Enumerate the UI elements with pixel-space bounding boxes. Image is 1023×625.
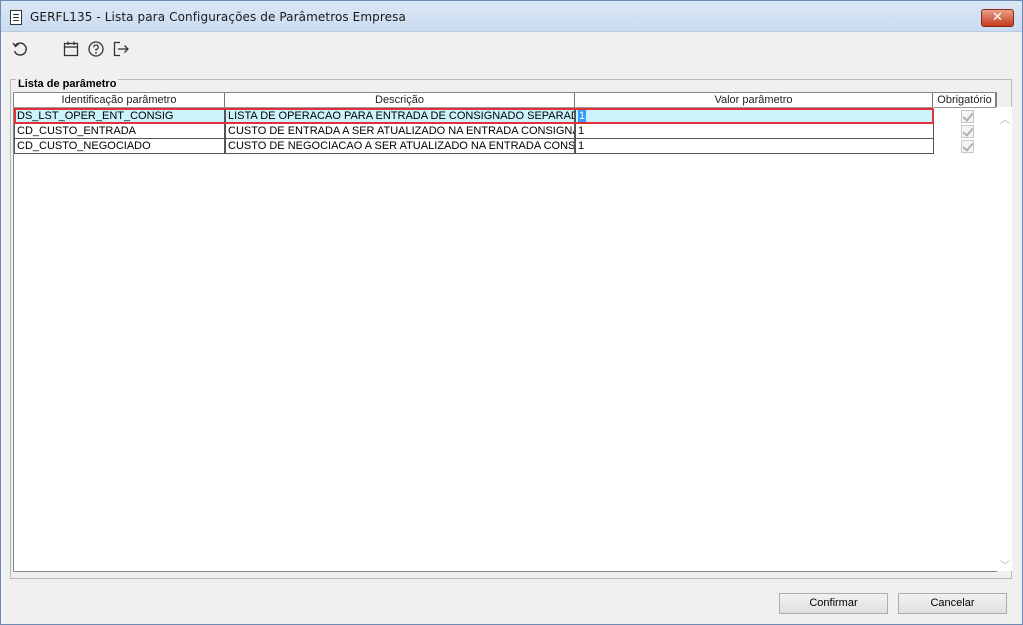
obrigatorio-checkbox [961,125,974,138]
cell-valor[interactable]: 1 [575,139,934,154]
column-header-valor[interactable]: Valor parâmetro [575,93,933,108]
column-header-obrigatorio[interactable]: Obrigatório [934,93,996,108]
exit-icon[interactable] [112,40,130,58]
table-row[interactable]: DS_LST_OPER_ENT_CONSIG LISTA DE OPERACAO… [14,109,934,124]
grid-header: Identificação parâmetro Descrição Valor … [14,93,996,108]
cell-descricao[interactable]: CUSTO DE ENTRADA A SER ATUALIZADO NA ENT… [225,124,575,139]
application-window: GERFL135 - Lista para Configurações de P… [0,0,1023,625]
cell-descricao[interactable]: LISTA DE OPERACAO PARA ENTRADA DE CONSIG… [225,109,575,124]
cell-identificacao[interactable]: CD_CUSTO_NEGOCIADO [14,139,225,154]
document-icon [10,10,22,25]
table-row[interactable]: CD_CUSTO_ENTRADA CUSTO DE ENTRADA A SER … [14,124,934,139]
window-title: GERFL135 - Lista para Configurações de P… [30,10,406,24]
calendar-icon[interactable] [62,40,80,58]
confirm-button[interactable]: Confirmar [779,593,888,614]
help-icon[interactable] [87,40,105,58]
obrigatorio-checkbox [961,110,974,123]
selected-value-text[interactable]: 1 [578,110,587,122]
column-header-identificacao[interactable]: Identificação parâmetro [14,93,225,108]
column-header-descricao[interactable]: Descrição [225,93,575,108]
table-row[interactable]: CD_CUSTO_NEGOCIADO CUSTO DE NEGOCIACAO A… [14,139,934,154]
panel-legend: Lista de parâmetro [16,78,119,90]
cell-descricao[interactable]: CUSTO DE NEGOCIACAO A SER ATUALIZADO NA … [225,139,575,154]
scroll-up-icon[interactable]: ︿ [1000,111,1010,126]
vertical-scrollbar[interactable]: ︿ ﹀ [996,107,1012,572]
obrigatorio-checkbox [961,140,974,153]
title-bar[interactable]: GERFL135 - Lista para Configurações de P… [1,1,1022,32]
cell-identificacao[interactable]: DS_LST_OPER_ENT_CONSIG [14,109,225,124]
scroll-down-icon[interactable]: ﹀ [1000,557,1010,572]
toolbar [1,33,1022,63]
refresh-icon[interactable] [11,40,29,58]
close-button[interactable]: ✕ [981,9,1014,27]
cell-valor[interactable]: 1 [575,109,934,124]
cell-valor[interactable]: 1 [575,124,934,139]
cell-identificacao[interactable]: CD_CUSTO_ENTRADA [14,124,225,139]
parameter-grid[interactable]: Identificação parâmetro Descrição Valor … [13,92,1012,572]
cancel-button[interactable]: Cancelar [898,593,1007,614]
